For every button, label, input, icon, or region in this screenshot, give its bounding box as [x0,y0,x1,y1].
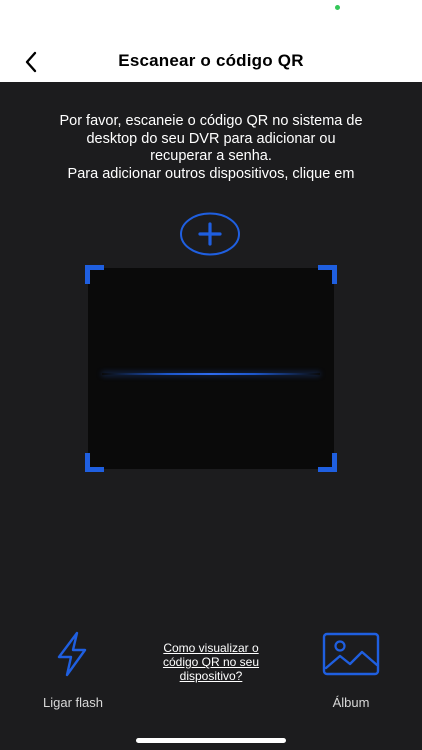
instructions-line: Para adicionar outros dispositivos, cliq… [67,165,355,182]
plus-circle-icon [180,212,240,256]
scanner-corner-top-right [318,265,337,284]
image-icon [322,632,380,676]
flash-toggle-button[interactable]: Ligar flash [28,628,118,712]
help-link-line: Como visualizar o [163,641,259,655]
scanner-corner-bottom-right [318,453,337,472]
help-link-line: dispositivo? [179,669,243,683]
home-indicator[interactable] [136,738,286,743]
instructions-text: Por favor, escaneie o código QR no siste… [20,113,402,183]
album-label: Álbum [332,695,370,710]
instructions-line: desktop do seu DVR para adicionar ou [86,130,336,147]
navigation-bar: Escanear o código QR [0,40,422,82]
flash-label: Ligar flash [43,695,103,710]
qr-scanner-viewfinder [85,265,337,472]
album-button[interactable]: Álbum [306,628,396,712]
status-bar [0,0,422,40]
instructions-line: Por favor, escaneie o código QR no siste… [59,113,363,129]
instructions-line: recuperar a senha. [150,148,272,164]
page-title: Escanear o código QR [118,51,304,70]
how-to-view-qr-link[interactable]: Como visualizar o código QR no seu dispo… [140,641,282,683]
scanner-corner-top-left [85,265,104,284]
scan-line [102,373,320,375]
scanner-corner-bottom-left [85,453,104,472]
add-device-button[interactable] [180,212,240,256]
help-link-line: código QR no seu [162,655,260,669]
status-indicator-dot [335,5,340,10]
lightning-bolt-icon [57,631,87,677]
